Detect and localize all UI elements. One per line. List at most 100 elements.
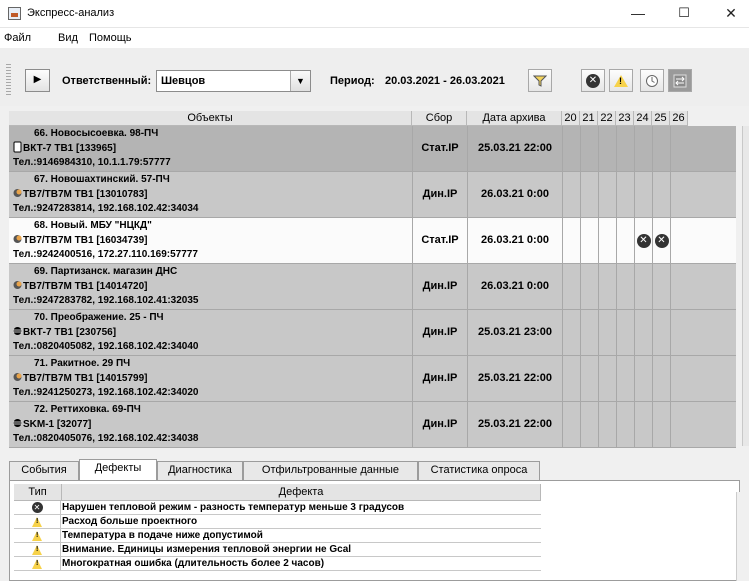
defect-row[interactable]: Многократная ошибка (длительность более …	[14, 557, 541, 571]
header-day-25[interactable]: 25	[652, 111, 670, 126]
defect-text: Расход больше проектного	[62, 516, 198, 527]
cell-day[interactable]	[652, 264, 670, 309]
cell-day[interactable]	[562, 356, 580, 401]
cell-day[interactable]	[580, 218, 598, 263]
cell-day[interactable]	[652, 172, 670, 217]
maximize-button[interactable]: ☐	[666, 2, 702, 24]
defect-row[interactable]: Расход больше проектного	[14, 515, 541, 529]
defect-row[interactable]: Внимание. Единицы измерения тепловой эне…	[14, 543, 541, 557]
tab-defects[interactable]: Дефекты	[79, 459, 157, 480]
menu-view[interactable]: Вид	[58, 32, 78, 44]
cell-day[interactable]	[598, 356, 616, 401]
cell-day[interactable]	[562, 126, 580, 171]
cell-day[interactable]: ✕	[634, 218, 652, 263]
cell-day[interactable]	[616, 218, 634, 263]
cell-day[interactable]	[616, 264, 634, 309]
clock-button[interactable]	[640, 69, 664, 92]
cell-day[interactable]	[580, 310, 598, 355]
table-row[interactable]: 71. Ракитное. 29 ПЧ ТВ7/ТВ7М ТВ1 [1401579…	[9, 356, 736, 402]
cell-day[interactable]	[616, 402, 634, 447]
filter-button[interactable]	[528, 69, 552, 92]
close-button[interactable]: ✕	[713, 2, 749, 24]
cell-sbor: Дин.IP	[412, 402, 467, 447]
toolbar-grip[interactable]	[6, 64, 11, 96]
cell-day[interactable]	[616, 126, 634, 171]
chevron-down-icon[interactable]: ▼	[290, 71, 310, 91]
header-day-22[interactable]: 22	[598, 111, 616, 126]
object-name: 68. Новый. МБУ "НЦКД"	[34, 220, 152, 231]
cell-day[interactable]	[652, 402, 670, 447]
cell-day[interactable]	[580, 172, 598, 217]
table-row[interactable]: 70. Преображение. 25 - ПЧ ВКТ-7 ТВ1 [2307…	[9, 310, 736, 356]
defects-header-defect[interactable]: Дефекта	[62, 484, 541, 501]
cell-day[interactable]	[670, 310, 688, 355]
cell-day[interactable]	[580, 402, 598, 447]
cell-day[interactable]: ✕	[652, 218, 670, 263]
cell-day[interactable]	[670, 126, 688, 171]
header-day-23[interactable]: 23	[616, 111, 634, 126]
cell-day[interactable]	[616, 172, 634, 217]
cell-day[interactable]	[562, 172, 580, 217]
header-sbor[interactable]: Сбор	[412, 111, 467, 126]
cell-day[interactable]	[598, 264, 616, 309]
table-row[interactable]: 67. Новошахтинский. 57-ПЧ ТВ7/ТВ7М ТВ1 [1…	[9, 172, 736, 218]
tab-filtered-data[interactable]: Отфильтрованные данные	[243, 461, 418, 480]
tab-events[interactable]: События	[9, 461, 79, 480]
cell-day[interactable]	[670, 172, 688, 217]
table-row[interactable]: 69. Партизанск. магазин ДНС ТВ7/ТВ7М ТВ1 …	[9, 264, 736, 310]
play-button[interactable]: ▶	[25, 69, 50, 92]
cell-day[interactable]	[634, 126, 652, 171]
defect-row[interactable]: ✕ Нарушен тепловой режим - разность темпе…	[14, 501, 541, 515]
cell-day[interactable]	[670, 264, 688, 309]
cell-day[interactable]	[580, 126, 598, 171]
cell-day[interactable]	[598, 310, 616, 355]
cell-day[interactable]	[598, 172, 616, 217]
cell-day[interactable]	[616, 356, 634, 401]
tab-diagnostics[interactable]: Диагностика	[157, 461, 243, 480]
table-row[interactable]: 66. Новосысоевка. 98-ПЧ ВКТ-7 ТВ1 [133965…	[9, 126, 736, 172]
header-archive-date[interactable]: Дата архива	[467, 111, 562, 126]
cell-day[interactable]	[562, 402, 580, 447]
menu-help[interactable]: Помощь	[89, 32, 132, 44]
tab-polling-stats[interactable]: Статистика опроса	[418, 461, 540, 480]
responsible-combo[interactable]: Шевцов ▼	[156, 70, 311, 92]
cell-day[interactable]	[634, 356, 652, 401]
header-day-24[interactable]: 24	[634, 111, 652, 126]
refresh-button[interactable]	[668, 69, 692, 92]
warning-filter-button[interactable]	[609, 69, 633, 92]
minimize-button[interactable]: —	[620, 2, 656, 24]
cell-day[interactable]	[670, 356, 688, 401]
cell-day[interactable]	[562, 218, 580, 263]
cell-day[interactable]	[652, 310, 670, 355]
cell-day[interactable]	[652, 126, 670, 171]
cell-sbor: Стат.IP	[412, 126, 467, 171]
cell-day[interactable]	[598, 218, 616, 263]
defects-scrollbar[interactable]	[736, 492, 749, 581]
header-day-26[interactable]: 26	[670, 111, 688, 126]
table-row[interactable]: 68. Новый. МБУ "НЦКД" ТВ7/ТВ7М ТВ1 [16034…	[9, 218, 736, 264]
cell-day[interactable]	[562, 264, 580, 309]
table-row[interactable]: 72. Реттиховка. 69-ПЧ SKM-1 [32077] Тел.:0…	[9, 402, 736, 448]
menu-file[interactable]: Файл	[4, 32, 31, 44]
cell-day[interactable]	[598, 126, 616, 171]
defects-header-type[interactable]: Тип	[14, 484, 62, 501]
cell-day[interactable]	[598, 402, 616, 447]
error-filter-button[interactable]: ✕	[581, 69, 605, 92]
cell-day[interactable]	[634, 172, 652, 217]
cell-day[interactable]	[580, 264, 598, 309]
cell-day[interactable]	[634, 310, 652, 355]
header-day-21[interactable]: 21	[580, 111, 598, 126]
header-objects[interactable]: Объекты	[9, 111, 412, 126]
cell-day[interactable]	[616, 310, 634, 355]
cell-day[interactable]	[580, 356, 598, 401]
header-day-20[interactable]: 20	[562, 111, 580, 126]
defect-row[interactable]: Температура в подаче ниже допустимой	[14, 529, 541, 543]
cell-day[interactable]	[652, 356, 670, 401]
table-scrollbar[interactable]	[742, 126, 749, 446]
cell-day[interactable]	[634, 264, 652, 309]
cell-day[interactable]	[670, 402, 688, 447]
cell-day[interactable]	[670, 218, 688, 263]
clock-icon	[646, 74, 658, 87]
cell-day[interactable]	[562, 310, 580, 355]
cell-day[interactable]	[634, 402, 652, 447]
